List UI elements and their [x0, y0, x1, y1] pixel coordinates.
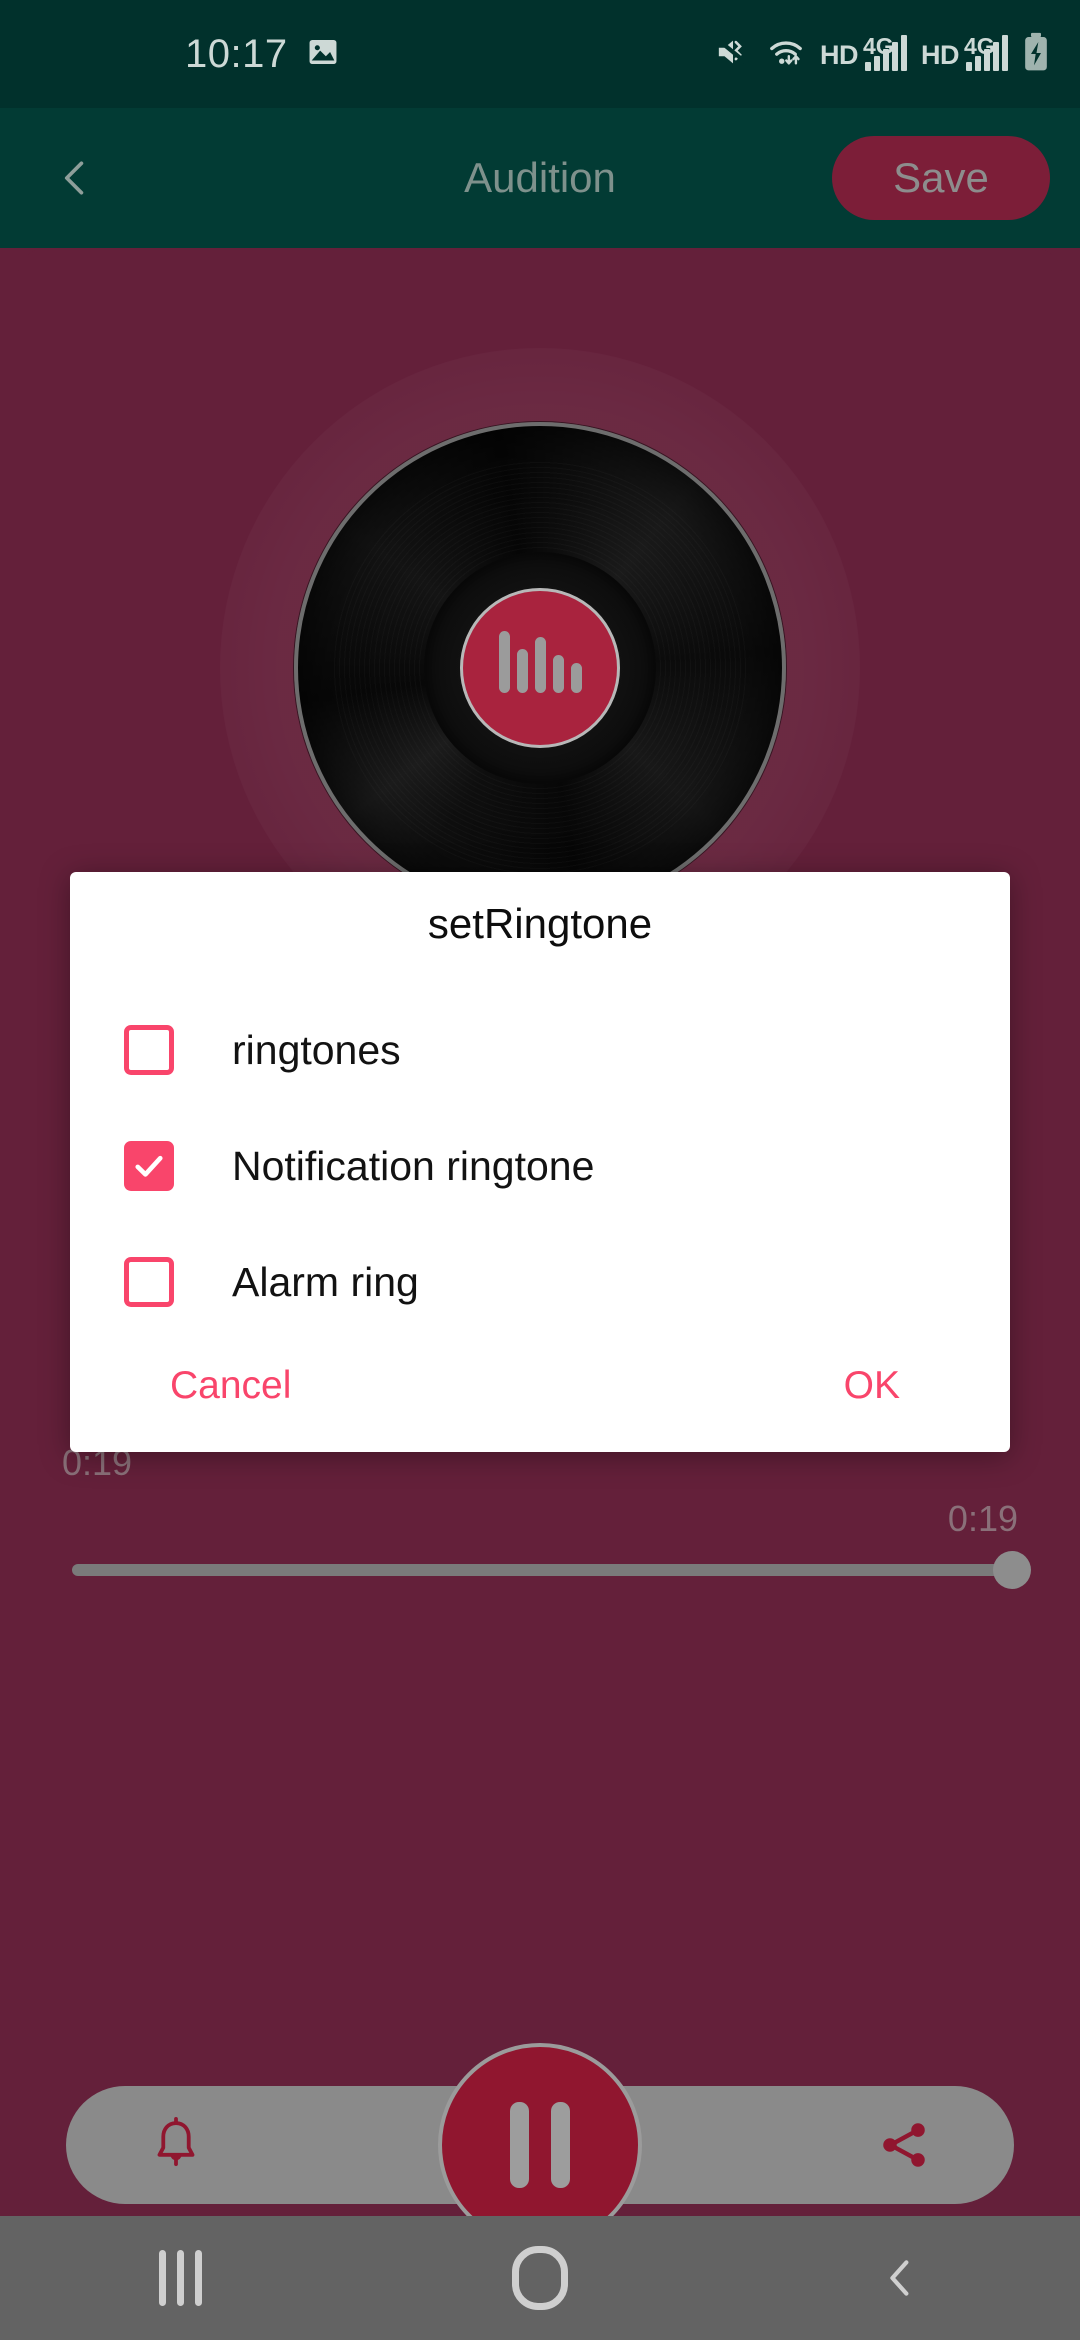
option-label-ringtones: ringtones [232, 1026, 401, 1073]
sim2-signal-group: HD 4G [921, 33, 1008, 71]
seek-thumb[interactable] [993, 1551, 1031, 1589]
wifi-icon [766, 35, 806, 74]
dialog-actions: Cancel OK [70, 1320, 1010, 1452]
sim1-signal-group: HD 4G [820, 33, 907, 71]
option-label-notification-ringtone: Notification ringtone [232, 1142, 595, 1189]
ringtone-button[interactable] [131, 2100, 221, 2190]
pause-icon-bar-right [551, 2102, 570, 2188]
image-icon [306, 35, 340, 74]
seek-slider[interactable] [72, 1550, 1031, 1590]
recents-icon [158, 2250, 202, 2306]
nav-home-button[interactable] [460, 2216, 620, 2340]
pause-icon-bar-left [510, 2102, 529, 2188]
save-button[interactable]: Save [832, 136, 1050, 220]
nav-back-button[interactable] [820, 2216, 980, 2340]
time-total: 0:19 [947, 1498, 1018, 1539]
phone-screen: 10:17 HD 4G HD 4G Audition Save 0:19 0:1… [0, 0, 1080, 2340]
option-row-notification-ringtone[interactable]: Notification ringtone [70, 1108, 1010, 1224]
status-bar-right: HD 4G HD 4G [714, 32, 1050, 77]
play-pause-button[interactable] [438, 2043, 642, 2216]
system-navigation-bar [0, 2216, 1080, 2340]
status-bar: 10:17 HD 4G HD 4G [0, 0, 1080, 108]
status-clock: 10:17 [185, 31, 288, 76]
checkbox-ringtones[interactable] [124, 1025, 174, 1075]
set-ringtone-dialog: setRingtone ringtones Notification ringt… [70, 872, 1010, 1452]
nav-recents-button[interactable] [100, 2216, 260, 2340]
back-chevron-icon [890, 2260, 909, 2296]
bell-icon [157, 2117, 195, 2167]
4g-signal-icon: 4G [863, 33, 907, 71]
hd-icon: HD [820, 40, 859, 70]
mute-vibrate-icon [714, 35, 752, 74]
vinyl-record [294, 422, 786, 914]
cancel-button[interactable]: Cancel [170, 1364, 291, 1408]
ok-button[interactable]: OK [844, 1364, 900, 1408]
app-header: Audition Save [0, 108, 1080, 248]
hd-icon: HD [921, 40, 960, 70]
option-label-alarm-ring: Alarm ring [232, 1258, 419, 1305]
checkbox-notification-ringtone[interactable] [124, 1141, 174, 1191]
share-icon [883, 2123, 925, 2167]
equalizer-icon[interactable] [460, 588, 620, 748]
dialog-title: setRingtone [427, 900, 653, 947]
4g-signal-icon: 4G [964, 33, 1008, 71]
status-bar-left: 10:17 [185, 32, 340, 77]
check-icon [135, 1155, 163, 1177]
home-icon [512, 2246, 568, 2310]
checkbox-alarm-ring[interactable] [124, 1257, 174, 1307]
share-button[interactable] [859, 2100, 949, 2190]
option-row-ringtones[interactable]: ringtones [70, 992, 1010, 1108]
seek-track [72, 1564, 1012, 1576]
ringtone-options-list: ringtones Notification ringtone Alarm ri… [70, 992, 1010, 1340]
battery-charging-icon [1022, 32, 1050, 77]
